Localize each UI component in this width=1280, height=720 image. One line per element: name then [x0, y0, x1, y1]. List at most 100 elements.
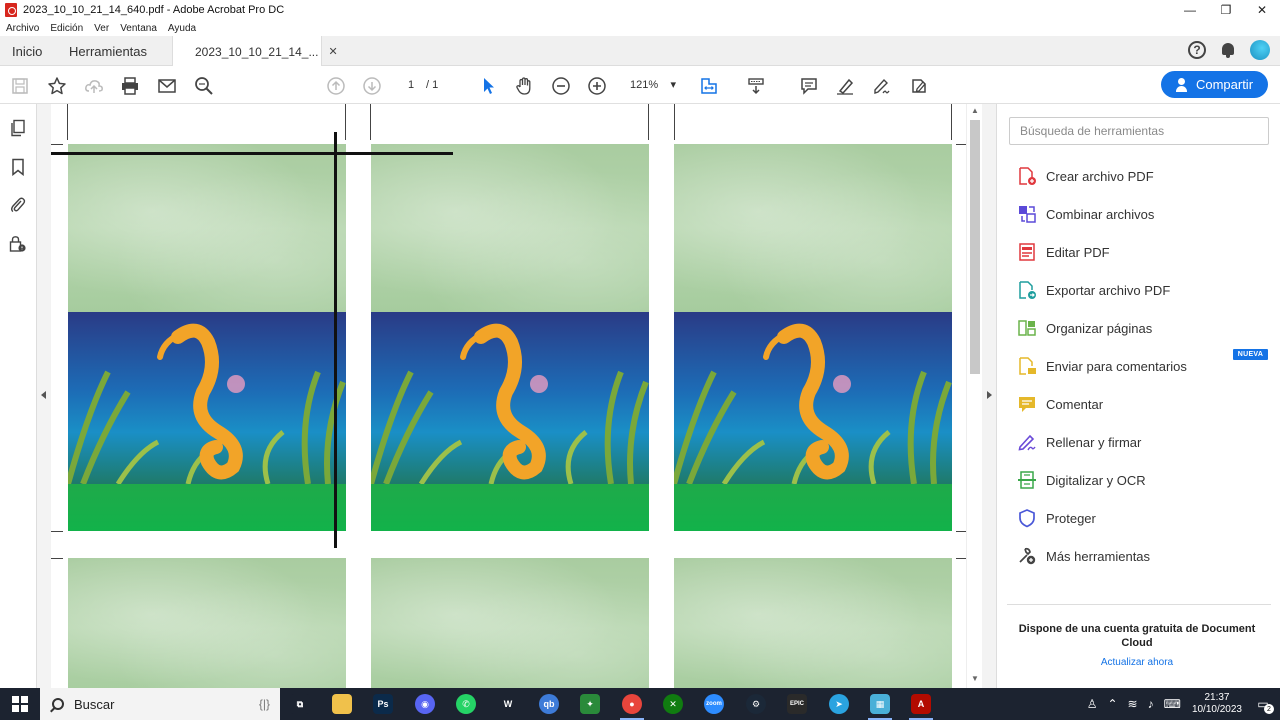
winamp-icon[interactable]: W	[498, 694, 518, 714]
scroll-up-icon[interactable]: ▲	[970, 106, 980, 116]
upgrade-now-link[interactable]: Actualizar ahora	[1017, 657, 1257, 668]
discord-icon[interactable]: ◉	[415, 694, 435, 714]
xbox-icon[interactable]: ✕	[663, 694, 683, 714]
tools-panel: Crear archivo PDF Combinar archivos Edit…	[996, 104, 1280, 688]
collapse-left-panel-handle[interactable]	[37, 104, 51, 688]
close-window-button[interactable]: ✕	[1244, 0, 1280, 20]
file-explorer-icon[interactable]	[332, 694, 352, 714]
drawn-horizontal-line	[51, 152, 453, 155]
tool-label: Organizar páginas	[1046, 320, 1153, 336]
steam-icon[interactable]: ⚙	[746, 694, 766, 714]
previous-page-icon[interactable]	[325, 75, 347, 97]
network-icon[interactable]: ≋	[1128, 697, 1138, 711]
zoom-level-select[interactable]: 121% ▾	[622, 75, 682, 95]
menu-ventana[interactable]: Ventana	[120, 23, 157, 34]
epic-games-icon[interactable]: EPIC	[787, 694, 807, 714]
chevron-up-icon[interactable]: ⌃	[1107, 697, 1117, 711]
vertical-scrollbar[interactable]: ▲ ▼	[966, 104, 982, 688]
crop-mark	[51, 531, 63, 532]
minimize-button[interactable]: —	[1172, 0, 1208, 20]
attachment-icon[interactable]	[8, 195, 28, 215]
tool-send-for-comments[interactable]: Enviar para comentarios	[1017, 354, 1267, 378]
people-icon[interactable]: ♙	[1087, 697, 1098, 711]
tool-create-pdf[interactable]: Crear archivo PDF	[1017, 164, 1267, 188]
menu-archivo[interactable]: Archivo	[6, 23, 39, 34]
bookmark-icon[interactable]	[8, 157, 28, 177]
volume-icon[interactable]: ♪	[1148, 697, 1154, 711]
photoshop-icon[interactable]: Ps	[373, 694, 393, 714]
windows-start-icon[interactable]	[12, 696, 28, 712]
zoom-out-icon[interactable]	[550, 75, 572, 97]
card-green-texture	[371, 144, 649, 312]
print-icon[interactable]	[119, 75, 141, 97]
seahorse-illustration	[674, 312, 952, 484]
security-lock-icon[interactable]	[8, 234, 28, 254]
page-number-input[interactable]: 1	[399, 75, 423, 95]
save-icon[interactable]	[9, 75, 31, 97]
tool-export-pdf[interactable]: Exportar archivo PDF	[1017, 278, 1267, 302]
tool-search-input[interactable]	[1020, 124, 1258, 138]
sign-icon[interactable]	[871, 75, 893, 97]
tab-document[interactable]: 2023_10_10_21_14_... ✕	[172, 36, 338, 67]
bell-icon[interactable]	[1220, 41, 1236, 59]
tool-label: Exportar archivo PDF	[1046, 282, 1171, 298]
comment-icon[interactable]	[798, 75, 820, 97]
acrobat-icon[interactable]: A	[909, 694, 933, 720]
map-app-icon[interactable]: ▦	[868, 694, 892, 720]
tool-comment[interactable]: Comentar	[1017, 392, 1267, 416]
star-icon[interactable]	[46, 75, 68, 97]
qbittorrent-icon[interactable]: qb	[539, 694, 559, 714]
chrome-icon[interactable]: ●	[620, 694, 644, 720]
tool-fill-and-sign[interactable]: Rellenar y firmar	[1017, 430, 1267, 454]
task-view-icon[interactable]: ⧉	[290, 694, 310, 714]
game-app-icon[interactable]: ✦	[580, 694, 600, 714]
zoom-in-icon[interactable]	[586, 75, 608, 97]
seahorse-illustration	[68, 312, 346, 484]
tab-home[interactable]: Inicio	[12, 36, 42, 66]
cloud-upload-icon[interactable]	[83, 75, 105, 97]
select-cursor-icon[interactable]	[477, 75, 499, 97]
tool-search-box[interactable]	[1009, 117, 1269, 145]
system-clock[interactable]: 21:37 10/10/2023	[1192, 692, 1242, 716]
scrollbar-thumb[interactable]	[970, 120, 980, 374]
tool-combine-files[interactable]: Combinar archivos	[1017, 202, 1267, 226]
close-tab-icon[interactable]: ✕	[328, 45, 337, 58]
edit-document-icon[interactable]	[908, 75, 930, 97]
fit-page-icon[interactable]	[698, 75, 720, 97]
menu-ayuda[interactable]: Ayuda	[168, 23, 196, 34]
telegram-icon[interactable]: ➤	[829, 694, 849, 714]
document-viewport[interactable]	[51, 104, 966, 688]
tool-protect[interactable]: Proteger	[1017, 506, 1267, 530]
tool-label: Proteger	[1046, 510, 1096, 526]
zoom-icon[interactable]: zoom	[704, 694, 724, 714]
crop-mark	[51, 558, 63, 559]
tab-tools[interactable]: Herramientas	[69, 36, 147, 66]
scroll-down-icon[interactable]: ▼	[970, 674, 980, 684]
scroll-mode-icon[interactable]	[745, 75, 767, 97]
whatsapp-icon[interactable]: ✆	[456, 694, 476, 714]
highlight-pen-icon[interactable]	[834, 75, 856, 97]
collapse-right-panel-handle[interactable]	[982, 104, 996, 688]
page-thumbnails-icon[interactable]	[8, 118, 28, 138]
restore-button[interactable]: ❐	[1208, 0, 1244, 20]
search-icon[interactable]	[193, 75, 215, 97]
help-icon[interactable]: ?	[1188, 41, 1206, 59]
next-page-icon[interactable]	[361, 75, 383, 97]
tool-edit-pdf[interactable]: Editar PDF	[1017, 240, 1267, 264]
menu-ver[interactable]: Ver	[94, 23, 109, 34]
hand-tool-icon[interactable]	[513, 75, 535, 97]
taskbar-search[interactable]: Buscar {|}	[40, 688, 280, 720]
avatar[interactable]	[1250, 40, 1270, 60]
tool-more-tools[interactable]: Más herramientas	[1017, 544, 1267, 568]
new-badge: NUEVA	[1233, 349, 1268, 360]
page-total: / 1	[426, 79, 439, 91]
notification-center-icon[interactable]: ▭ 2	[1252, 693, 1274, 715]
keyboard-icon[interactable]: ⌨	[1164, 697, 1181, 711]
mail-icon[interactable]	[156, 75, 178, 97]
comment-icon	[1017, 394, 1037, 414]
tool-organize-pages[interactable]: Organizar páginas	[1017, 316, 1267, 340]
tool-scan-ocr[interactable]: Digitalizar y OCR	[1017, 468, 1267, 492]
share-button[interactable]: Compartir	[1161, 71, 1268, 98]
title-bar: 2023_10_10_21_14_640.pdf - Adobe Acrobat…	[0, 0, 1280, 20]
menu-edicion[interactable]: Edición	[50, 23, 83, 34]
